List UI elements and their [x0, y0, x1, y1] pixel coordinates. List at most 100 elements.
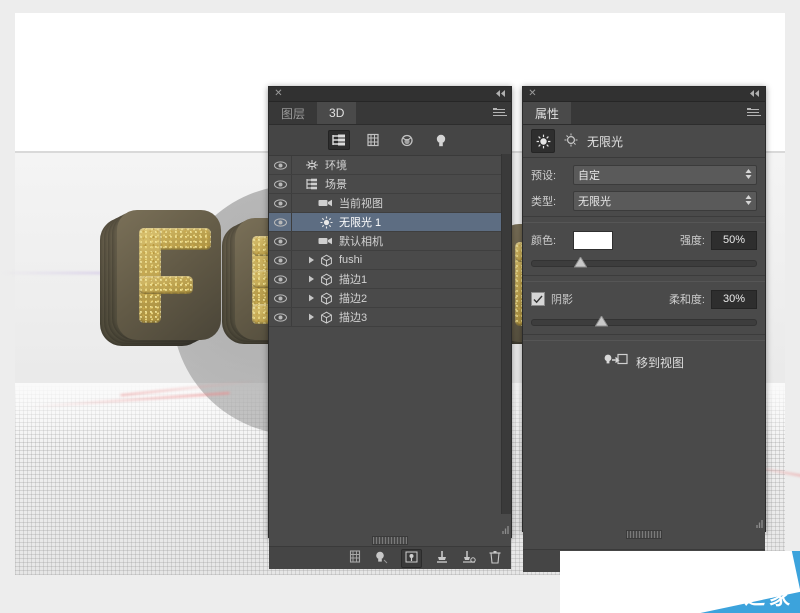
shadow-checkbox[interactable]: [531, 292, 545, 306]
panel-3d-dock-grip[interactable]: [372, 536, 408, 545]
type-select[interactable]: 无限光: [573, 191, 757, 211]
scene-filter-button[interactable]: [328, 130, 350, 150]
scene-tree-row-label: 环境: [325, 160, 347, 172]
chevron-updown-icon[interactable]: [745, 194, 752, 206]
panel-menu-icon[interactable]: [493, 107, 507, 119]
visibility-toggle-icon[interactable]: [269, 312, 291, 322]
shadow-softness-row[interactable]: 阴影 柔和度: 30%: [531, 288, 757, 310]
mesh-filter-button[interactable]: [362, 130, 384, 150]
visibility-toggle-icon[interactable]: [269, 179, 291, 189]
tab-layers[interactable]: 图层: [269, 102, 318, 124]
softness-slider-thumb[interactable]: [594, 315, 609, 327]
panel-3d-footer[interactable]: [269, 526, 511, 569]
expand-arrow-icon[interactable]: [305, 313, 317, 321]
infinite-light-icon: [317, 216, 335, 229]
visibility-toggle-icon[interactable]: [269, 293, 291, 303]
infinite-light-icon[interactable]: [531, 129, 555, 153]
divider: [523, 275, 765, 276]
visibility-toggle-icon[interactable]: [269, 274, 291, 284]
screenshot-root: ✕ 图层 3D 环境 场景 当前视图 无限光 1 默认相机 fushi 描边1 …: [0, 0, 800, 613]
expand-arrow-icon[interactable]: [305, 275, 317, 283]
preset-select[interactable]: 自定: [573, 165, 757, 185]
visibility-toggle-icon[interactable]: [269, 160, 291, 170]
mesh-icon: [317, 311, 335, 324]
type-row[interactable]: 类型: 无限光: [531, 190, 757, 212]
tab-3d[interactable]: 3D: [317, 102, 357, 124]
preset-row[interactable]: 预设: 自定: [531, 164, 757, 186]
scene-tree-row-label: fushi: [339, 254, 363, 266]
color-label: 颜色:: [531, 235, 557, 247]
visibility-toggle-icon[interactable]: [269, 198, 291, 208]
panel-3d-tabstrip[interactable]: 图层 3D: [269, 102, 511, 125]
resize-grip[interactable]: [753, 519, 763, 529]
scene-tree-row[interactable]: 当前视图: [269, 194, 511, 213]
panel-properties[interactable]: ✕ 属性 无限光 预设: 自定 类型: 无限光 颜色: 强度: 50% 阴影 柔…: [522, 86, 766, 572]
intensity-value[interactable]: 50%: [711, 230, 757, 250]
scene-tree-row[interactable]: 场景: [269, 175, 511, 194]
type-label: 类型:: [531, 196, 557, 208]
divider-highlight: [523, 281, 765, 282]
panel-3d[interactable]: ✕ 图层 3D 环境 场景 当前视图 无限光 1 默认相机 fushi 描边1 …: [268, 86, 512, 569]
expand-arrow-icon[interactable]: [305, 294, 317, 302]
panel-properties-tabstrip[interactable]: 属性: [523, 102, 765, 125]
scene-tree-row[interactable]: fushi: [269, 251, 511, 270]
mesh-icon: [317, 273, 335, 286]
material-filter-button[interactable]: [396, 130, 418, 150]
collapse-icon[interactable]: [494, 89, 507, 98]
shadow-checkbox-row[interactable]: 阴影: [531, 288, 573, 310]
color-intensity-row[interactable]: 颜色: 强度: 50%: [531, 229, 757, 251]
panel-properties-dock-grip[interactable]: [626, 530, 662, 539]
scene-tree-row[interactable]: 默认相机: [269, 232, 511, 251]
visibility-toggle-icon[interactable]: [269, 255, 291, 265]
scene-tree-row[interactable]: 无限光 1: [269, 213, 511, 232]
light-type-icon: [563, 132, 579, 150]
delete-button[interactable]: [489, 550, 501, 567]
render-button[interactable]: [401, 548, 422, 568]
softness-label: 柔和度:: [668, 294, 705, 306]
light-bulb-filter-button[interactable]: [430, 130, 452, 150]
divider: [523, 334, 765, 335]
mesh-icon: [317, 254, 335, 267]
add-mesh-button[interactable]: [349, 550, 361, 566]
scene-tree-row[interactable]: 描边2: [269, 289, 511, 308]
collapse-icon[interactable]: [748, 89, 761, 98]
scene-tree-row[interactable]: 描边3: [269, 308, 511, 327]
panel-menu-icon[interactable]: [747, 107, 761, 119]
softness-value[interactable]: 30%: [711, 289, 757, 309]
scene-tree-row[interactable]: 环境: [269, 156, 511, 175]
softness-slider[interactable]: [531, 314, 757, 328]
panel-properties-titlebar[interactable]: ✕: [523, 87, 765, 102]
scene-tree-list[interactable]: 环境场景当前视图无限光 1 默认相机 fushi 描边1 描边2 描边3: [269, 156, 511, 327]
panel-3d-filter-bar[interactable]: [269, 125, 511, 156]
chevron-updown-icon[interactable]: [745, 168, 752, 180]
expand-arrow-icon[interactable]: [305, 256, 317, 264]
camera-icon: [317, 236, 335, 246]
visibility-toggle-icon[interactable]: [269, 236, 291, 246]
intensity-slider-track[interactable]: [531, 260, 757, 267]
properties-header: 无限光: [523, 125, 765, 158]
scene-tree-row-label: 当前视图: [339, 198, 383, 210]
close-icon[interactable]: ✕: [528, 89, 537, 99]
tab-properties[interactable]: 属性: [523, 102, 572, 124]
intensity-slider-thumb[interactable]: [573, 256, 587, 268]
add-light-button[interactable]: [374, 550, 388, 567]
panel-3d-titlebar[interactable]: ✕: [269, 87, 511, 102]
type-value: 无限光: [578, 196, 611, 208]
intensity-slider[interactable]: [531, 255, 757, 269]
move-to-view-label: 移到视图: [635, 355, 684, 370]
add-point-light-button[interactable]: [435, 550, 449, 567]
camera-icon: [317, 198, 335, 208]
properties-body[interactable]: 预设: 自定 类型: 无限光 颜色: 强度: 50% 阴影 柔和度: 30% 移…: [523, 158, 765, 375]
add-spot-light-button[interactable]: [462, 550, 476, 567]
color-swatch[interactable]: [573, 230, 613, 250]
divider-highlight: [523, 340, 765, 341]
softness-slider-track[interactable]: [531, 319, 757, 326]
intensity-label: 强度:: [679, 235, 705, 247]
move-to-view-button[interactable]: 移到视图: [531, 349, 757, 375]
visibility-toggle-icon[interactable]: [269, 217, 291, 227]
panel-3d-scrollbar[interactable]: [501, 154, 511, 514]
scene-tree-row[interactable]: 描边1: [269, 270, 511, 289]
resize-grip[interactable]: [499, 525, 509, 535]
scene-tree-row-label: 描边1: [339, 274, 368, 286]
close-icon[interactable]: ✕: [274, 89, 283, 99]
